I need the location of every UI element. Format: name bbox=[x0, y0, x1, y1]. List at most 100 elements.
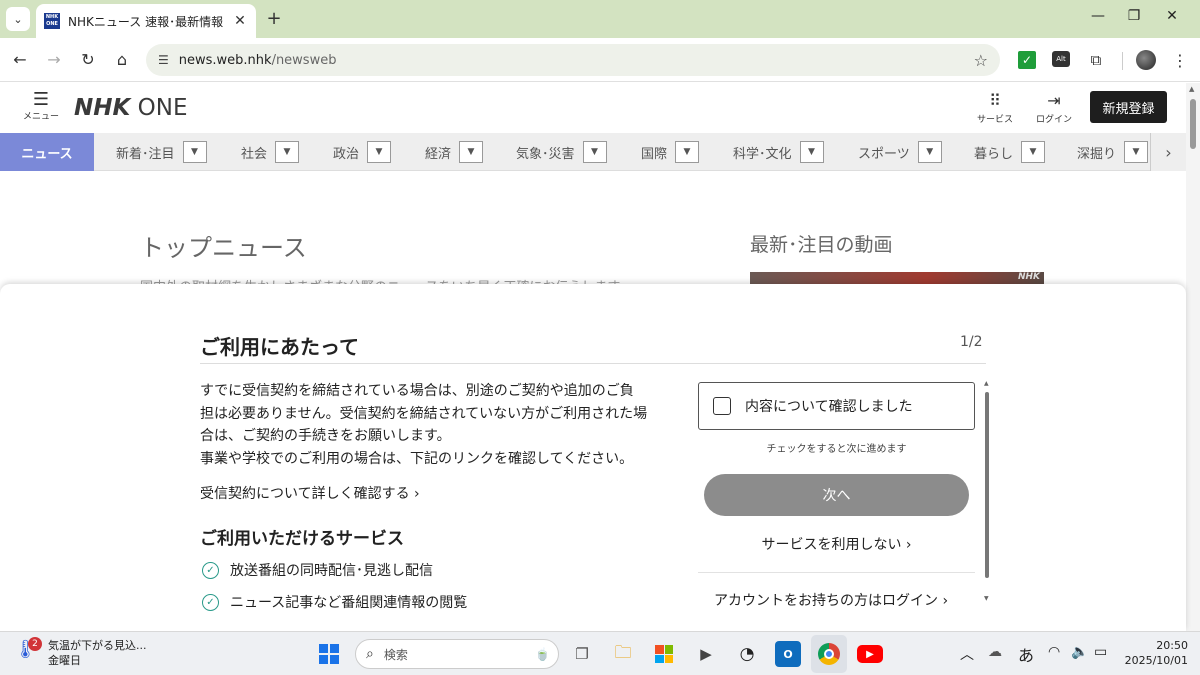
profile-avatar[interactable] bbox=[1136, 50, 1156, 70]
category-tab[interactable]: 経済 ▼ bbox=[425, 133, 484, 171]
contract-details-link[interactable]: 受信契約について詳しく確認する › bbox=[200, 483, 420, 503]
clock-app-icon[interactable]: ◔ bbox=[734, 641, 760, 667]
modal-title: ご利用にあたって bbox=[200, 335, 359, 359]
scrollbar-thumb[interactable] bbox=[1190, 99, 1196, 149]
camera-app-icon[interactable]: ▶ bbox=[693, 641, 719, 667]
weather-text: 気温が下がる見込... bbox=[48, 639, 147, 652]
decline-service-link[interactable]: サービスを利用しない › bbox=[698, 534, 975, 554]
onedrive-cloud-icon[interactable]: ☁ bbox=[988, 644, 1002, 660]
chevron-right-icon: › bbox=[942, 593, 949, 609]
menu-button[interactable]: ☰ メニュー bbox=[22, 91, 60, 123]
back-arrow-icon[interactable]: ← bbox=[8, 48, 32, 72]
category-tab[interactable]: 気象･災害 ▼ bbox=[516, 133, 607, 171]
chevron-down-icon[interactable]: ▼ bbox=[182, 141, 207, 163]
top-news-description: 国内外の取材網を生かしさまざまな分野のニュースをいち早く正確にお伝えします bbox=[140, 276, 700, 284]
services-label: サービス bbox=[976, 115, 1013, 125]
category-tab[interactable]: 国際 ▼ bbox=[641, 133, 700, 171]
file-explorer-icon[interactable]: 🗀 bbox=[610, 641, 636, 667]
browser-tab-active[interactable]: NHK ONE NHKニュース 速報･最新情報 ✕ bbox=[36, 4, 256, 38]
restore-icon[interactable]: ❐ bbox=[1124, 8, 1144, 24]
chevron-down-icon[interactable]: ▼ bbox=[582, 141, 607, 163]
next-button[interactable]: 次へ bbox=[704, 474, 969, 516]
chevron-down-icon[interactable]: ▼ bbox=[1124, 141, 1149, 163]
scroll-up-icon[interactable]: ▲ bbox=[984, 380, 989, 387]
category-tab-news[interactable]: ニュース bbox=[0, 133, 94, 171]
ime-indicator[interactable]: あ bbox=[1018, 642, 1034, 666]
volume-icon[interactable]: 🔈 bbox=[1071, 644, 1088, 660]
battery-icon[interactable]: ▭ bbox=[1094, 644, 1107, 660]
tab-title: NHKニュース 速報･最新情報 bbox=[68, 14, 224, 29]
bookmark-star-icon[interactable]: ☆ bbox=[974, 51, 988, 70]
new-tab-button[interactable]: + bbox=[264, 8, 284, 29]
site-info-icon[interactable]: ☰ bbox=[158, 53, 169, 67]
account-login-link[interactable]: アカウントをお持ちの方はログイン › bbox=[714, 590, 948, 610]
weather-widget[interactable]: 🌡 2 気温が下がる見込... 金曜日 bbox=[14, 637, 147, 668]
tab-search-button[interactable]: ⌄ bbox=[6, 7, 30, 31]
category-tab[interactable]: 新着･注目 ▼ bbox=[116, 133, 207, 171]
category-tab[interactable]: 科学･文化 ▼ bbox=[733, 133, 824, 171]
nhk-one-logo[interactable]: NHK ONE bbox=[74, 95, 187, 121]
chevron-down-icon: ⌄ bbox=[13, 12, 23, 26]
close-tab-icon[interactable]: ✕ bbox=[232, 13, 248, 29]
scroll-down-icon[interactable]: ▼ bbox=[984, 595, 989, 602]
category-tab[interactable]: 深掘り ▼ bbox=[1077, 133, 1149, 171]
alt-text-extension-icon[interactable]: Alt bbox=[1052, 51, 1070, 67]
minimize-icon[interactable]: — bbox=[1088, 8, 1108, 24]
chevron-down-icon[interactable]: ▼ bbox=[675, 141, 700, 163]
login-icon: ⇥ bbox=[1047, 91, 1061, 110]
category-tab[interactable]: スポーツ ▼ bbox=[858, 133, 942, 171]
outlook-icon[interactable]: O bbox=[775, 641, 801, 667]
url-text[interactable]: news.web.nhk/newsweb bbox=[179, 53, 974, 68]
grid-icon: ⠿ bbox=[989, 91, 1001, 110]
chevron-up-icon[interactable]: ︿ bbox=[960, 644, 974, 664]
modal-scrollbar[interactable]: ▲ ▼ bbox=[983, 380, 991, 602]
site-header: ☰ メニュー NHK ONE ⠿ サービス ⇥ ログイン 新規登録 bbox=[0, 83, 1186, 133]
nhk-favicon-icon: NHK ONE bbox=[44, 13, 60, 29]
checkbox-icon[interactable] bbox=[713, 397, 731, 415]
modal-separator bbox=[698, 572, 975, 573]
check-circle-icon: ✓ bbox=[202, 561, 219, 579]
chevron-down-icon[interactable]: ▼ bbox=[275, 141, 300, 163]
category-tab[interactable]: 政治 ▼ bbox=[333, 133, 392, 171]
chevron-down-icon[interactable]: ▼ bbox=[917, 141, 942, 163]
chevron-down-icon[interactable]: ▼ bbox=[367, 141, 392, 163]
category-tab[interactable]: 社会 ▼ bbox=[241, 133, 300, 171]
extensions-puzzle-icon[interactable]: ⧉ bbox=[1086, 50, 1106, 70]
start-button[interactable] bbox=[316, 641, 342, 667]
body-line: 事業や学校でのご利用の場合は、下記のリンクを確認してください。 bbox=[200, 450, 634, 467]
body-line: 合は、ご契約の手続きをお願いします。 bbox=[200, 428, 451, 444]
scroll-up-icon[interactable]: ▲ bbox=[1189, 85, 1194, 93]
chevron-down-icon[interactable]: ▼ bbox=[1021, 141, 1046, 163]
body-line: 担は必要ありません。受信契約を締結されていない方がご利用された場 bbox=[200, 405, 648, 422]
signup-button[interactable]: 新規登録 bbox=[1090, 91, 1167, 123]
youtube-icon[interactable]: ▶ bbox=[857, 645, 883, 663]
login-button[interactable]: ⇥ ログイン bbox=[1032, 91, 1076, 126]
more-vertical-icon[interactable]: ⋮ bbox=[1170, 50, 1190, 70]
taskbar-search[interactable]: ⌕ 検索 🍵 bbox=[355, 639, 559, 669]
chevron-right-icon[interactable]: › bbox=[1150, 133, 1186, 171]
wifi-icon[interactable]: ◠ bbox=[1048, 644, 1060, 660]
forward-arrow-icon[interactable]: → bbox=[42, 48, 66, 72]
services-heading: ご利用いただけるサービス bbox=[200, 529, 404, 549]
confirm-checkbox[interactable]: 内容について確認しました bbox=[698, 382, 975, 430]
address-bar[interactable]: ☰ news.web.nhk/newsweb ☆ bbox=[146, 44, 1000, 76]
reload-icon[interactable]: ↻ bbox=[76, 48, 100, 72]
page-scrollbar[interactable]: ▲ bbox=[1186, 83, 1200, 631]
window-close-icon[interactable]: ✕ bbox=[1162, 8, 1182, 24]
home-icon[interactable]: ⌂ bbox=[110, 48, 134, 72]
chevron-down-icon[interactable]: ▼ bbox=[459, 141, 484, 163]
chevron-down-icon[interactable]: ▼ bbox=[799, 141, 824, 163]
store-icon[interactable] bbox=[651, 641, 677, 667]
modal-scrollbar-thumb[interactable] bbox=[985, 392, 989, 578]
check-circle-icon: ✓ bbox=[202, 593, 219, 611]
services-button[interactable]: ⠿ サービス bbox=[973, 91, 1017, 126]
search-icon: ⌕ bbox=[366, 646, 374, 662]
chrome-icon[interactable] bbox=[816, 641, 842, 667]
task-view-icon[interactable]: ❐ bbox=[569, 641, 595, 667]
modal-body-text: すでに受信契約を締結されている場合は、別途のご契約や追加のご負 担は必要ありませ… bbox=[200, 380, 670, 470]
checkmark-extension-icon[interactable]: ✓ bbox=[1018, 51, 1036, 69]
video-thumbnail[interactable]: NHK bbox=[750, 272, 1044, 284]
category-tab[interactable]: 暮らし ▼ bbox=[974, 133, 1046, 171]
confirm-label: 内容について確認しました bbox=[745, 399, 913, 415]
system-clock[interactable]: 20:50 2025/10/01 bbox=[1118, 638, 1188, 668]
